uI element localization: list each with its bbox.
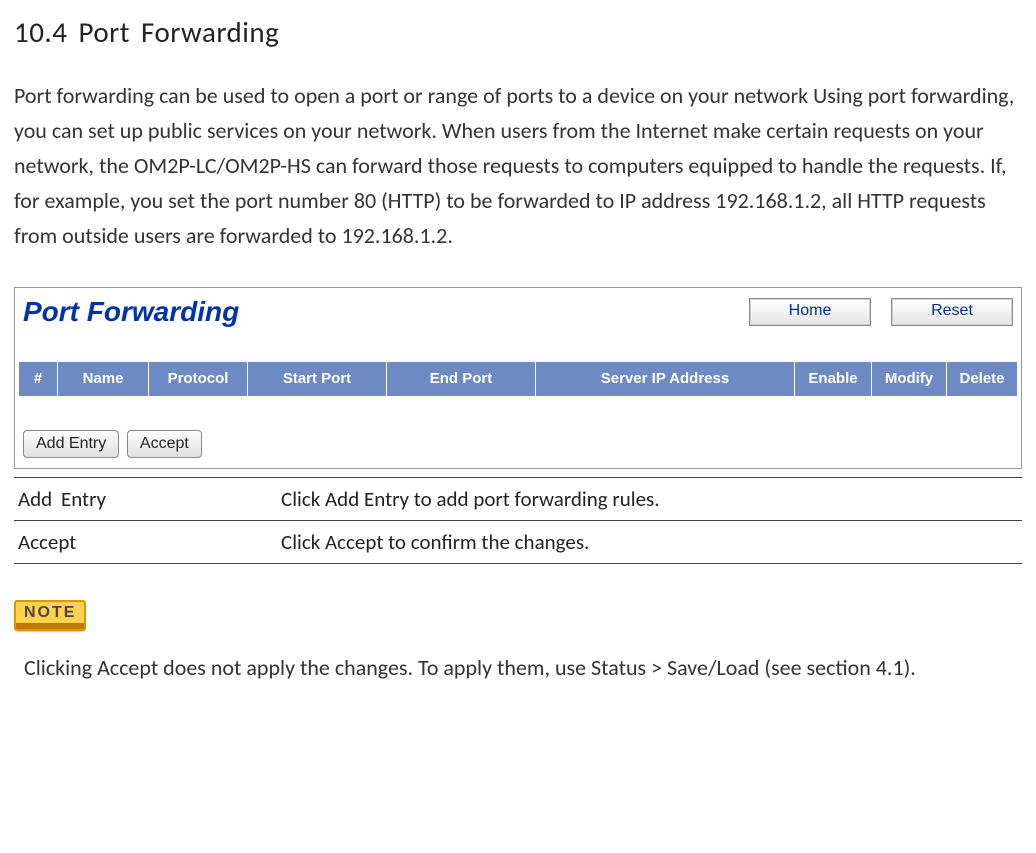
table-row: Add Entry Click Add Entry to add port fo… (14, 478, 1022, 521)
col-start-port: Start Port (248, 362, 387, 396)
text-fragment: Clicking (24, 654, 97, 681)
accept-button[interactable]: Accept (127, 430, 202, 458)
section-heading: 10.4 Port Forwarding (14, 14, 1022, 50)
note-label: NOTE (16, 602, 84, 623)
text-fragment: (see section 4.1). (759, 654, 915, 681)
term-accept: Accept (97, 654, 158, 681)
text-fragment: to add port forwarding rules. (409, 486, 659, 512)
def-val-add-entry: Click Add Entry to add port forwarding r… (277, 478, 1022, 521)
panel-title: Port Forwarding (23, 296, 749, 328)
def-val-accept: Click Accept to confirm the changes. (277, 521, 1022, 564)
definitions-table: Add Entry Click Add Entry to add port fo… (14, 477, 1022, 564)
def-key-add-entry: Add Entry (14, 478, 277, 521)
term-accept: Accept (325, 529, 383, 555)
text-fragment: Click (281, 486, 325, 512)
home-button[interactable]: Home (749, 298, 871, 326)
term-save-load: Save/Load (667, 654, 759, 681)
table-header-row: # Name Protocol Start Port End Port Serv… (19, 362, 1017, 396)
term-status: Status (591, 654, 646, 681)
text-fragment: > (646, 654, 667, 681)
col-server-ip: Server IP Address (536, 362, 795, 396)
note-underline (16, 623, 84, 629)
reset-button[interactable]: Reset (891, 298, 1013, 326)
def-key-accept: Accept (14, 521, 277, 564)
port-forwarding-panel: Port Forwarding Home Reset # Name Protoc… (14, 287, 1022, 469)
add-entry-button[interactable]: Add Entry (23, 430, 119, 458)
note-text: Clicking Accept does not apply the chang… (14, 650, 1022, 685)
note-icon: NOTE (14, 600, 86, 631)
panel-action-bar: Add Entry Accept (19, 430, 1017, 464)
table-row: Accept Click Accept to confirm the chang… (14, 521, 1022, 564)
term-add-entry: Add Entry (325, 486, 409, 512)
col-name: Name (58, 362, 149, 396)
col-delete: Delete (947, 362, 1017, 396)
panel-header: Port Forwarding Home Reset (19, 292, 1017, 334)
text-fragment: Click (281, 529, 325, 555)
col-enable: Enable (795, 362, 872, 396)
col-protocol: Protocol (149, 362, 248, 396)
intro-paragraph: Port forwarding can be used to open a po… (14, 78, 1022, 253)
text-fragment: does not apply the changes. To apply the… (158, 654, 591, 681)
col-end-port: End Port (387, 362, 536, 396)
col-number: # (19, 362, 58, 396)
text-fragment: to confirm the changes. (383, 529, 589, 555)
col-modify: Modify (872, 362, 947, 396)
